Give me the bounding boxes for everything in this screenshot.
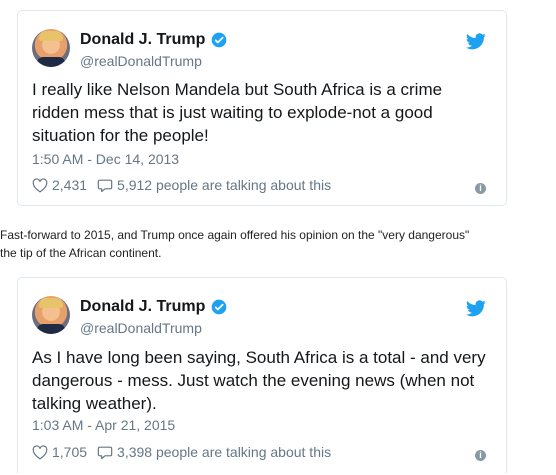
author-handle[interactable]: @realDonaldTrump bbox=[80, 320, 202, 336]
tweet-actions: 1,705 3,398 people are talking about thi… bbox=[32, 444, 331, 460]
tweet-text: I really like Nelson Mandela but South A… bbox=[32, 80, 443, 145]
like-count[interactable]: 1,705 bbox=[52, 444, 87, 460]
author-name[interactable]: Donald J. Trump bbox=[80, 31, 205, 49]
verified-badge-icon bbox=[212, 299, 227, 315]
twitter-bird-icon[interactable] bbox=[466, 300, 486, 317]
verified-badge-icon bbox=[212, 32, 227, 48]
speech-bubble-icon[interactable] bbox=[97, 445, 113, 460]
heart-icon[interactable] bbox=[32, 444, 48, 460]
heart-icon[interactable] bbox=[32, 177, 48, 193]
talking-count[interactable]: 5,912 people are talking about this bbox=[117, 177, 331, 193]
author-row: Donald J. Trump bbox=[80, 31, 227, 49]
info-icon[interactable]: i bbox=[475, 450, 486, 461]
tweet-card[interactable]: Donald J. Trump @realDonaldTrump As I ha… bbox=[17, 277, 507, 473]
tweet-timestamp[interactable]: 1:03 AM - Apr 21, 2015 bbox=[32, 417, 175, 433]
avatar[interactable] bbox=[32, 29, 70, 67]
tweet-card[interactable]: Donald J. Trump @realDonaldTrump I reall… bbox=[17, 10, 507, 206]
avatar[interactable] bbox=[32, 296, 70, 334]
author-row: Donald J. Trump bbox=[80, 298, 227, 316]
talking-count[interactable]: 3,398 people are talking about this bbox=[117, 444, 331, 460]
tweet-timestamp[interactable]: 1:50 AM - Dec 14, 2013 bbox=[32, 151, 179, 167]
author-handle[interactable]: @realDonaldTrump bbox=[80, 53, 202, 69]
tweet-actions: 2,431 5,912 people are talking about thi… bbox=[32, 177, 331, 193]
author-name[interactable]: Donald J. Trump bbox=[80, 298, 205, 316]
like-count[interactable]: 2,431 bbox=[52, 177, 87, 193]
article-paragraph: Fast-forward to 2015, and Trump once aga… bbox=[0, 228, 470, 260]
twitter-bird-icon[interactable] bbox=[466, 33, 486, 50]
info-icon[interactable]: i bbox=[475, 183, 486, 194]
tweet-text: As I have long been saying, South Africa… bbox=[32, 348, 486, 413]
speech-bubble-icon[interactable] bbox=[97, 178, 113, 193]
